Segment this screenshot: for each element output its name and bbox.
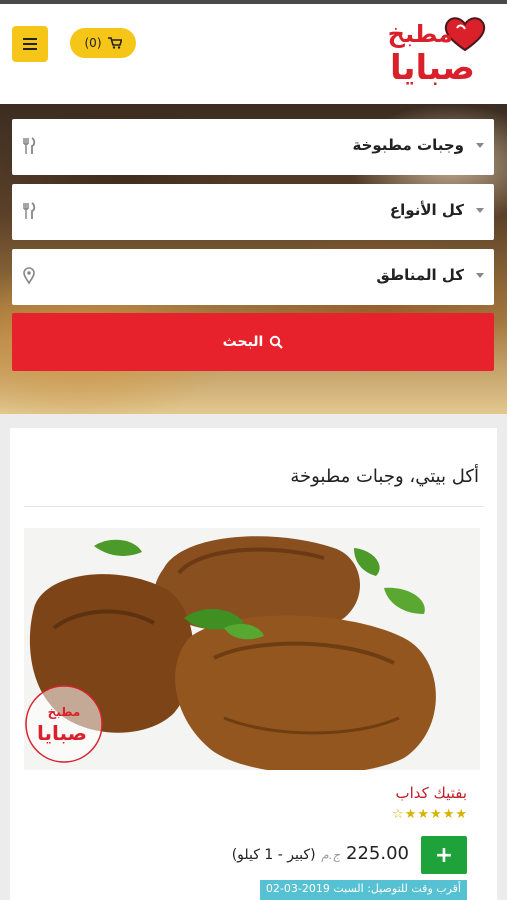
plus-icon: +	[434, 842, 454, 868]
type-select-value: كل الأنواع	[389, 201, 464, 219]
category-select[interactable]: وجبات مطبوخة	[12, 119, 494, 175]
product-size: (كبير - 1 كيلو)	[231, 847, 316, 863]
hamburger-icon-bar	[23, 43, 37, 45]
product-image[interactable]: مطبخ صبايا	[24, 528, 480, 770]
food-photo: مطبخ صبايا	[24, 528, 480, 770]
category-select-value: وجبات مطبوخة	[352, 136, 464, 154]
product-rating: ★ ★ ★ ★ ★ ☆	[392, 808, 467, 821]
brand-logo[interactable]: مطبخ صبايا	[381, 14, 489, 94]
delivery-badge: أقرب وقت للتوصيل: السبت 2019-03-02	[259, 880, 467, 900]
chevron-down-icon	[476, 143, 484, 148]
map-marker-icon	[23, 267, 35, 285]
price-row: + 225.00 ج.م (كبير - 1 كيلو)	[27, 836, 467, 876]
add-to-cart-button[interactable]: +	[421, 836, 467, 874]
star-icon: ★	[430, 807, 442, 822]
products-section: أكل بيتي، وجبات مطبوخة مطبخ صبايا بفتيك …	[10, 428, 497, 900]
star-icon: ★	[404, 807, 417, 822]
chevron-down-icon	[476, 273, 484, 278]
cart-count: (0)	[84, 36, 102, 50]
cart-button[interactable]: (0)	[70, 28, 136, 58]
star-icon: ★	[442, 807, 455, 822]
price-value: 225.00	[346, 843, 409, 864]
price-currency: ج.م	[321, 848, 341, 862]
hamburger-icon	[23, 38, 37, 40]
hero-search-panel: وجبات مطبوخة كل الأنواع كل المناطق البحث	[0, 104, 507, 414]
hamburger-icon-bar	[23, 48, 37, 50]
menu-button[interactable]	[12, 26, 48, 62]
area-select-value: كل المناطق	[376, 266, 464, 284]
product-name[interactable]: بفتيك كداب	[395, 784, 467, 802]
star-outline-icon: ☆	[392, 807, 404, 822]
watermark-line1: مطبخ	[48, 705, 81, 719]
section-title: أكل بيتي، وجبات مطبوخة	[290, 466, 479, 487]
product-price: 225.00 ج.م (كبير - 1 كيلو)	[232, 843, 409, 864]
star-icon: ★	[455, 807, 467, 822]
star-icon: ★	[417, 807, 430, 822]
cutlery-icon	[23, 202, 36, 219]
logo-text-line2: صبايا	[389, 48, 475, 88]
cart-icon	[107, 37, 122, 49]
type-select[interactable]: كل الأنواع	[12, 184, 494, 240]
search-icon	[270, 335, 284, 349]
search-button-label: البحث	[222, 334, 264, 350]
chevron-down-icon	[476, 208, 484, 213]
cutlery-icon	[23, 137, 36, 154]
search-button[interactable]: البحث	[12, 313, 494, 371]
watermark-line2: صبايا	[37, 721, 87, 745]
area-select[interactable]: كل المناطق	[12, 249, 494, 305]
logo-text-line1: مطبخ	[387, 20, 453, 48]
section-divider	[24, 506, 483, 507]
app-header: (0) مطبخ صبايا	[0, 4, 507, 104]
